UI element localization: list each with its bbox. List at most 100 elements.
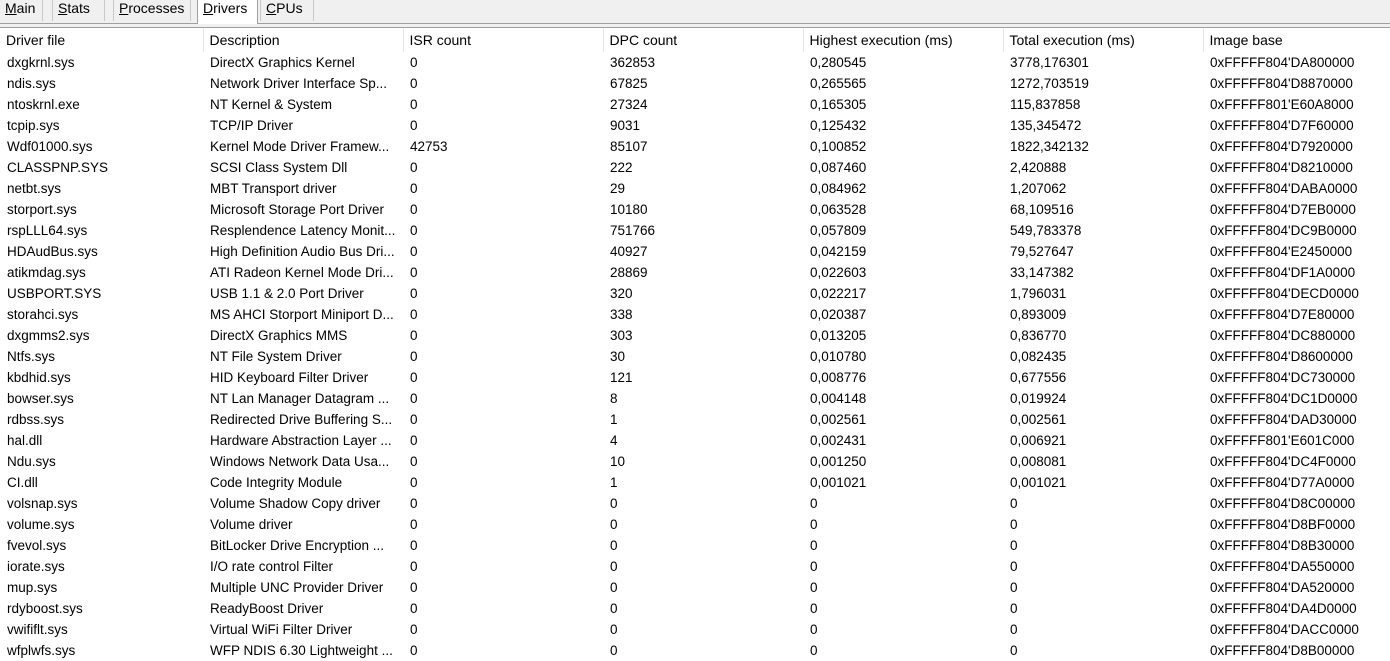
tab-processes[interactable]: Processes (113, 0, 191, 21)
isr-count-cell: 0 (410, 202, 418, 217)
tab-main-accel: M (5, 0, 17, 16)
isr-count-cell: 0 (410, 286, 418, 301)
highest-execution-cell: 0,001021 (810, 475, 867, 490)
tab-cpus[interactable]: CPUs (260, 0, 314, 21)
description-cell: Code Integrity Module (210, 475, 343, 490)
table-row[interactable]: kbdhid.sys HID Keyboard Filter Driver 0 121… (0, 367, 1390, 388)
driver-file-cell: tcpip.sys (7, 118, 60, 133)
table-row[interactable]: Ndu.sys Windows Network Data Usa... 0 10 0,0… (0, 451, 1390, 472)
isr-count-cell: 0 (410, 412, 418, 427)
table-row[interactable]: netbt.sys MBT Transport driver 0 29 0,084962… (0, 178, 1390, 199)
highest-execution-cell: 0,125432 (810, 118, 867, 133)
table-row[interactable]: rspLLL64.sys Resplendence Latency Monit..… (0, 220, 1390, 241)
table-row[interactable]: atikmdag.sys ATI Radeon Kernel Mode Dri..… (0, 262, 1390, 283)
tab-main[interactable]: Main (0, 0, 43, 21)
dpc-count-cell: 67825 (610, 76, 648, 91)
driver-file-cell: bowser.sys (7, 391, 74, 406)
dpc-count-cell: 0 (610, 601, 618, 616)
column-header-description[interactable]: Description (203, 28, 404, 52)
column-header-image-base[interactable]: Image base (1203, 28, 1390, 52)
table-row[interactable]: rdbss.sys Redirected Drive Buffering S...… (0, 409, 1390, 430)
image-base-cell: 0xFFFFF804'DAD30000 (1210, 412, 1357, 427)
tab-drivers[interactable]: Drivers (197, 0, 258, 24)
highest-execution-cell: 0 (810, 538, 818, 553)
total-execution-cell: 0 (1010, 496, 1018, 511)
column-header-total-execution[interactable]: Total execution (ms) (1003, 28, 1204, 52)
table-row[interactable]: Ntfs.sys NT File System Driver 0 30 0,010780… (0, 346, 1390, 367)
table-row[interactable]: vwififlt.sys Virtual WiFi Filter Driver 0 0… (0, 619, 1390, 640)
highest-execution-cell: 0,013205 (810, 328, 867, 343)
description-cell: HID Keyboard Filter Driver (210, 370, 369, 385)
table-row[interactable]: mup.sys Multiple UNC Provider Driver 0 0 0 0 0… (0, 577, 1390, 598)
dpc-count-cell: 338 (610, 307, 633, 322)
column-header-highest-execution[interactable]: Highest execution (ms) (803, 28, 1004, 52)
image-base-cell: 0xFFFFF804'D8600000 (1210, 349, 1353, 364)
isr-count-cell: 0 (410, 160, 418, 175)
highest-execution-cell: 0,002561 (810, 412, 867, 427)
description-cell: Network Driver Interface Sp... (210, 76, 388, 91)
dpc-count-cell: 30 (610, 349, 626, 364)
image-base-cell: 0xFFFFF804'E2450000 (1210, 244, 1353, 259)
isr-count-cell: 0 (410, 349, 418, 364)
isr-count-cell: 0 (410, 496, 418, 511)
dpc-count-cell: 362853 (610, 55, 656, 70)
description-cell: Windows Network Data Usa... (210, 454, 390, 469)
image-base-cell: 0xFFFFF801'E601C000 (1210, 433, 1355, 448)
total-execution-cell: 79,527647 (1010, 244, 1074, 259)
table-row[interactable]: dxgmms2.sys DirectX Graphics MMS 0 303 0,013… (0, 325, 1390, 346)
dpc-count-cell: 222 (610, 160, 633, 175)
highest-execution-cell: 0 (810, 643, 818, 658)
highest-execution-cell: 0,057809 (810, 223, 867, 238)
total-execution-cell: 0 (1010, 559, 1018, 574)
table-row[interactable]: HDAudBus.sys High Definition Audio Bus Dr… (0, 241, 1390, 262)
table-row[interactable]: fvevol.sys BitLocker Drive Encryption ...… (0, 535, 1390, 556)
column-header-dpc-count[interactable]: DPC count (603, 28, 804, 52)
table-row[interactable]: Wdf01000.sys Kernel Mode Driver Framew...… (0, 136, 1390, 157)
dpc-count-cell: 40927 (610, 244, 648, 259)
table-row[interactable]: ntoskrnl.exe NT Kernel & System 0 27324 0,16… (0, 94, 1390, 115)
highest-execution-cell: 0 (810, 622, 818, 637)
description-cell: NT Kernel & System (210, 97, 333, 112)
table-row[interactable]: CLASSPNP.SYS SCSI Class System Dll 0 222 0,0… (0, 157, 1390, 178)
total-execution-cell: 1,207062 (1010, 181, 1067, 196)
tab-processes-accel: P (119, 0, 129, 16)
table-row[interactable]: bowser.sys NT Lan Manager Datagram ... 0 8 0… (0, 388, 1390, 409)
table-row[interactable]: USBPORT.SYS USB 1.1 & 2.0 Port Driver 0 320… (0, 283, 1390, 304)
isr-count-cell: 0 (410, 475, 418, 490)
image-base-cell: 0xFFFFF804'D8C00000 (1210, 496, 1356, 511)
table-row[interactable]: ndis.sys Network Driver Interface Sp... 0 6… (0, 73, 1390, 94)
description-cell: ReadyBoost Driver (210, 601, 324, 616)
tab-cpus-label: PUs (276, 0, 303, 16)
table-row[interactable]: volume.sys Volume driver 0 0 0 0 0xFFFFF804'D8… (0, 514, 1390, 535)
table-row[interactable]: dxgkrnl.sys DirectX Graphics Kernel 0 36285… (0, 52, 1390, 73)
table-row[interactable]: hal.dll Hardware Abstraction Layer ... 0 4 0… (0, 430, 1390, 451)
table-row[interactable]: rdyboost.sys ReadyBoost Driver 0 0 0 0 0xFFFFF… (0, 598, 1390, 619)
highest-execution-cell: 0,063528 (810, 202, 867, 217)
drivers-table: Driver file Description ISR count DPC co… (0, 28, 1390, 661)
column-header-driver-file[interactable]: Driver file (0, 28, 204, 52)
driver-file-cell: vwififlt.sys (7, 622, 68, 637)
table-header-row: Driver file Description ISR count DPC co… (0, 28, 1390, 52)
table-row[interactable]: wfplwfs.sys WFP NDIS 6.30 Lightweight ...… (0, 640, 1390, 661)
table-row[interactable]: iorate.sys I/O rate control Filter 0 0 0 0 0xF… (0, 556, 1390, 577)
image-base-cell: 0xFFFFF804'D7E80000 (1210, 307, 1355, 322)
isr-count-cell: 0 (410, 391, 418, 406)
isr-count-cell: 0 (410, 601, 418, 616)
table-row[interactable]: CI.dll Code Integrity Module 0 1 0,001021 0,0… (0, 472, 1390, 493)
total-execution-cell: 0 (1010, 517, 1018, 532)
image-base-cell: 0xFFFFF804'D7F60000 (1210, 118, 1354, 133)
image-base-cell: 0xFFFFF804'DECD0000 (1210, 286, 1359, 301)
driver-file-cell: kbdhid.sys (7, 370, 71, 385)
dpc-count-cell: 85107 (610, 139, 648, 154)
table-row[interactable]: storahci.sys MS AHCI Storport Miniport D.… (0, 304, 1390, 325)
total-execution-cell: 135,345472 (1010, 118, 1082, 133)
description-cell: Multiple UNC Provider Driver (210, 580, 384, 595)
tab-stats[interactable]: Stats (52, 0, 105, 21)
table-row[interactable]: storport.sys Microsoft Storage Port Drive… (0, 199, 1390, 220)
column-header-isr-count[interactable]: ISR count (403, 28, 604, 52)
table-row[interactable]: volsnap.sys Volume Shadow Copy driver 0 0 0 0… (0, 493, 1390, 514)
table-row[interactable]: tcpip.sys TCP/IP Driver 0 9031 0,125432 135,3… (0, 115, 1390, 136)
isr-count-cell: 0 (410, 265, 418, 280)
total-execution-cell: 0 (1010, 538, 1018, 553)
total-execution-cell: 549,783378 (1010, 223, 1082, 238)
